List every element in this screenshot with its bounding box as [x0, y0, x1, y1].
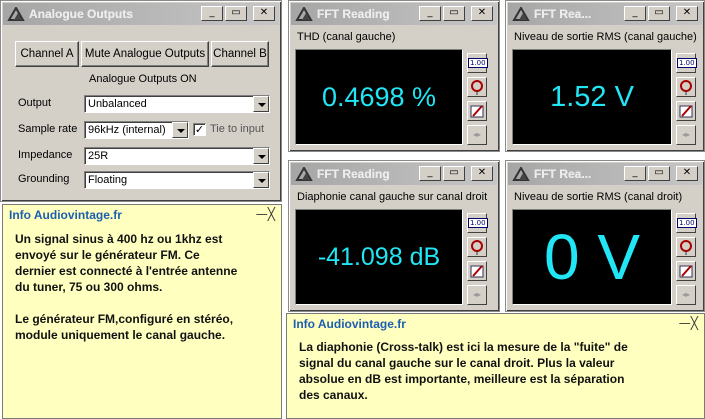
- info-title: Info Audiovintage.fr: [9, 208, 122, 222]
- close-button[interactable]: ✕: [471, 6, 493, 21]
- info-text: Un signal sinus à 400 hz ou 1khz est env…: [15, 232, 238, 342]
- chevron-down-icon[interactable]: [253, 96, 269, 112]
- probe-icon[interactable]: [467, 237, 487, 257]
- channel-b-button[interactable]: Channel B: [211, 41, 269, 67]
- minimize-button[interactable]: _: [624, 166, 646, 181]
- fft-toolbar: 1.00 ◂▸: [676, 53, 697, 145]
- grounding-value: Floating: [88, 174, 128, 186]
- app-logo-icon: [512, 6, 530, 21]
- probe-icon[interactable]: [467, 77, 487, 97]
- restore-button[interactable]: ▭: [225, 6, 247, 21]
- fft-value: 0 V: [543, 221, 641, 293]
- arrows-icon[interactable]: ◂▸: [676, 285, 696, 305]
- fft-titlebar[interactable]: FFT Rea... _ ▭ ✕: [508, 3, 702, 25]
- arrows-icon[interactable]: ◂▸: [676, 125, 696, 145]
- restore-button[interactable]: ▭: [648, 166, 670, 181]
- window-title: FFT Rea...: [534, 167, 592, 181]
- fft-reading-window-thd: FFT Reading _ ▭ ✕ THD (canal gauche) 0.4…: [288, 0, 500, 152]
- fft-label: Niveau de sortie RMS (canal droit): [514, 191, 683, 203]
- tie-to-input-checkbox[interactable]: ✓: [193, 123, 206, 136]
- restore-button[interactable]: ▭: [443, 6, 465, 21]
- minimize-button[interactable]: _: [201, 6, 223, 21]
- window-title: Analogue Outputs: [29, 7, 133, 21]
- app-logo-icon: [7, 6, 25, 21]
- close-button[interactable]: ✕: [676, 166, 698, 181]
- fft-reading-window-rms-left: FFT Rea... _ ▭ ✕ Niveau de sortie RMS (c…: [505, 0, 705, 152]
- app-logo-icon: [512, 166, 530, 181]
- fft-value-display: 0.4698 %: [295, 49, 463, 145]
- analogue-outputs-titlebar[interactable]: Analogue Outputs _ ▭ ✕: [3, 3, 279, 25]
- fft-value-display: 1.52 V: [512, 49, 672, 145]
- tie-to-input-label: Tie to input: [210, 123, 265, 135]
- window-title: FFT Reading: [317, 7, 390, 21]
- fft-titlebar[interactable]: FFT Reading _ ▭ ✕: [291, 163, 497, 185]
- fft-titlebar[interactable]: FFT Rea... _ ▭ ✕: [508, 163, 702, 185]
- fft-label: THD (canal gauche): [297, 31, 396, 43]
- fft-toolbar: 1.00 ◂▸: [467, 53, 488, 145]
- sample-rate-value: 96kHz (internal): [88, 124, 166, 136]
- arrows-icon[interactable]: ◂▸: [467, 285, 487, 305]
- output-value: Unbalanced: [88, 98, 147, 110]
- probe-icon[interactable]: [676, 77, 696, 97]
- app-logo-icon: [295, 166, 313, 181]
- close-button[interactable]: ✕: [676, 6, 698, 21]
- edit-icon[interactable]: [676, 101, 696, 121]
- edit-icon[interactable]: [676, 261, 696, 281]
- reference-icon[interactable]: 1.00: [676, 53, 697, 73]
- close-button[interactable]: ✕: [471, 166, 493, 181]
- close-button[interactable]: ✕: [253, 6, 275, 21]
- chevron-down-icon[interactable]: [253, 172, 269, 188]
- fft-value: 1.52 V: [550, 80, 634, 113]
- fft-toolbar: 1.00 ◂▸: [676, 213, 697, 305]
- grounding-select[interactable]: Floating: [84, 171, 270, 189]
- info-title: Info Audiovintage.fr: [293, 317, 406, 331]
- fft-label: Niveau de sortie RMS (canal gauche): [514, 31, 697, 43]
- sample-rate-label: Sample rate: [18, 123, 78, 135]
- fft-reading-window-rms-right: FFT Rea... _ ▭ ✕ Niveau de sortie RMS (c…: [505, 160, 705, 312]
- fft-reading-window-crosstalk: FFT Reading _ ▭ ✕ Diaphonie canal gauche…: [288, 160, 500, 312]
- output-select[interactable]: Unbalanced: [84, 95, 270, 113]
- impedance-value: 25R: [88, 150, 109, 162]
- mute-analogue-outputs-button[interactable]: Mute Analogue Outputs: [81, 41, 209, 67]
- impedance-label: Impedance: [18, 149, 73, 161]
- probe-icon[interactable]: [676, 237, 696, 257]
- channel-a-button[interactable]: Channel A: [15, 41, 79, 67]
- arrows-icon[interactable]: ◂▸: [467, 125, 487, 145]
- sample-rate-select[interactable]: 96kHz (internal): [84, 121, 189, 139]
- reference-icon[interactable]: 1.00: [676, 213, 697, 233]
- grounding-label: Grounding: [18, 173, 70, 185]
- window-title: FFT Rea...: [534, 7, 592, 21]
- info-window-controls[interactable]: —╳: [679, 316, 698, 330]
- reference-icon[interactable]: 1.00: [467, 213, 488, 233]
- fft-value-display: 0 V: [512, 209, 672, 305]
- analogue-outputs-window: Analogue Outputs _ ▭ ✕ Channel A Mute An…: [0, 0, 282, 202]
- outputs-status: Analogue Outputs ON: [89, 73, 197, 85]
- fft-value: 0.4698 %: [321, 81, 437, 112]
- fft-toolbar: 1.00 ◂▸: [467, 213, 488, 305]
- info-note-crosstalk: Info Audiovintage.fr —╳ La diaphonie (Cr…: [286, 313, 705, 419]
- chevron-down-icon[interactable]: [172, 122, 188, 138]
- minimize-button[interactable]: _: [419, 166, 441, 181]
- impedance-select[interactable]: 25R: [84, 147, 270, 165]
- fft-titlebar[interactable]: FFT Reading _ ▭ ✕: [291, 3, 497, 25]
- info-text: La diaphonie (Cross-talk) est ici la mes…: [299, 340, 628, 402]
- minimize-button[interactable]: _: [419, 6, 441, 21]
- output-label: Output: [18, 97, 52, 109]
- reference-icon[interactable]: 1.00: [467, 53, 488, 73]
- info-note-fm-generator: Info Audiovintage.fr —╳ Un signal sinus …: [2, 204, 282, 419]
- minimize-button[interactable]: _: [624, 6, 646, 21]
- app-logo-icon: [295, 6, 313, 21]
- chevron-down-icon[interactable]: [253, 148, 269, 164]
- edit-icon[interactable]: [467, 101, 487, 121]
- fft-value: -41.098 dB: [317, 242, 441, 271]
- edit-icon[interactable]: [467, 261, 487, 281]
- info-window-controls[interactable]: —╳: [256, 207, 275, 221]
- restore-button[interactable]: ▭: [648, 6, 670, 21]
- fft-label: Diaphonie canal gauche sur canal droit: [297, 191, 488, 203]
- window-title: FFT Reading: [317, 167, 390, 181]
- fft-value-display: -41.098 dB: [295, 209, 463, 305]
- restore-button[interactable]: ▭: [443, 166, 465, 181]
